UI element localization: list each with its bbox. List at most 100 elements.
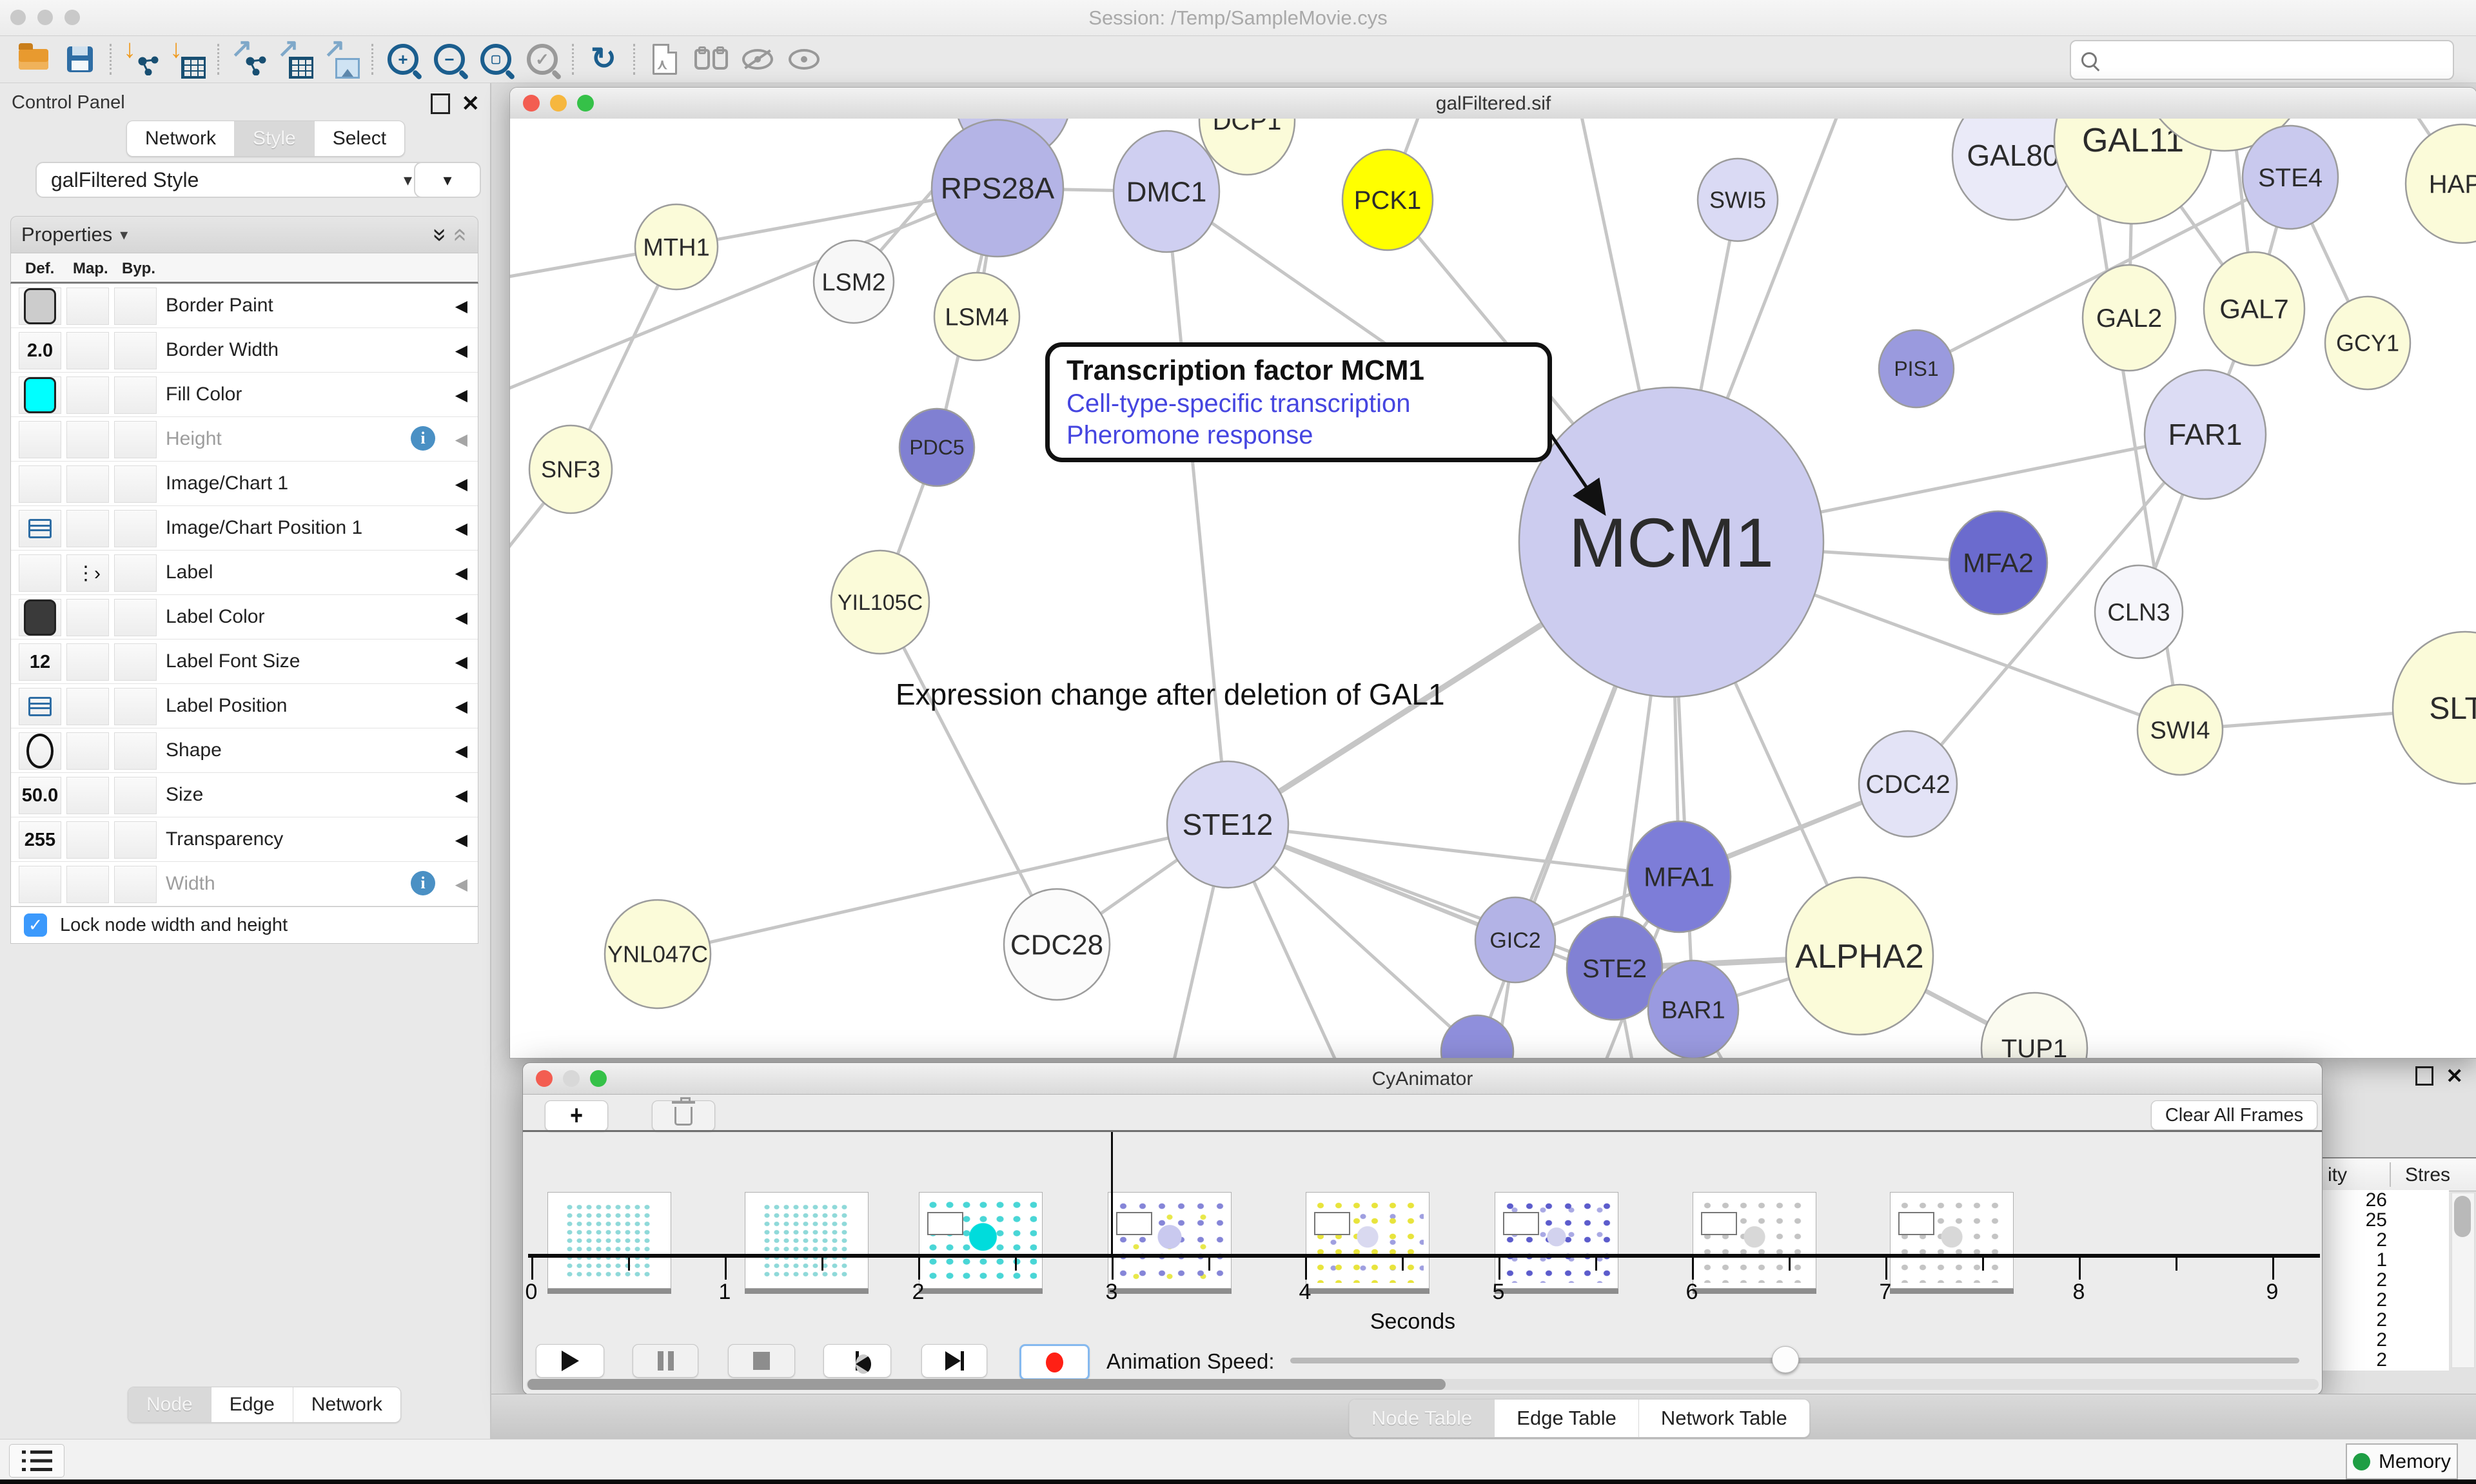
bypass-cell[interactable]: [114, 376, 157, 414]
default-cell[interactable]: [19, 465, 61, 503]
property-row-fill-color[interactable]: Fill Color◀: [11, 373, 478, 417]
bypass-cell[interactable]: [114, 421, 157, 458]
property-row-image-chart-position-1[interactable]: Image/Chart Position 1◀: [11, 506, 478, 551]
toolbar-export-network-button[interactable]: ↗: [226, 39, 272, 80]
table-cell[interactable]: 2: [2323, 1330, 2449, 1350]
default-cell[interactable]: 12: [19, 643, 61, 681]
properties-header[interactable]: Properties ▾ « «: [10, 216, 478, 253]
property-row-border-paint[interactable]: Border Paint◀: [11, 284, 478, 328]
column-stress[interactable]: Stres: [2405, 1164, 2450, 1186]
tab-network-table[interactable]: Network Table: [1639, 1400, 1809, 1437]
text-annotation[interactable]: Expression change after deletion of GAL1: [896, 677, 1445, 712]
animation-speed-thumb[interactable]: [1772, 1346, 1799, 1373]
mapping-cell[interactable]: [66, 643, 109, 681]
float-window-icon[interactable]: [431, 93, 450, 114]
table-scrollbar[interactable]: [2451, 1193, 2475, 1368]
property-row-height[interactable]: Heighti◀: [11, 417, 478, 462]
default-cell[interactable]: 50.0: [19, 777, 61, 814]
table-cell[interactable]: 2: [2323, 1350, 2449, 1370]
network-window-titlebar[interactable]: galFiltered.sif: [510, 88, 2476, 119]
table-cell[interactable]: 1: [2323, 1250, 2449, 1270]
annotation-box[interactable]: Transcription factor MCM1 Cell-type-spec…: [1045, 342, 1552, 462]
default-cell[interactable]: [19, 288, 61, 325]
lock-size-checkbox[interactable]: ✓: [24, 913, 47, 937]
scrollbar-thumb[interactable]: [527, 1379, 1446, 1390]
property-row-label-font-size[interactable]: 12Label Font Size◀: [11, 639, 478, 684]
mapping-cell[interactable]: [66, 510, 109, 547]
network-edge[interactable]: [510, 188, 997, 396]
mapping-cell[interactable]: ⋮›: [66, 554, 109, 592]
frame-thumbnail-7[interactable]: [1890, 1192, 2014, 1289]
record-button[interactable]: [1019, 1344, 1090, 1380]
style-options-button[interactable]: ▾: [414, 162, 481, 198]
close-panel-icon[interactable]: ✕: [462, 91, 480, 117]
collapse-arrow-icon[interactable]: ◀: [455, 830, 467, 850]
playhead[interactable]: [1111, 1132, 1113, 1255]
property-row-size[interactable]: 50.0Size◀: [11, 773, 478, 817]
delete-frame-button[interactable]: [652, 1100, 715, 1131]
toolbar-zoom-in-button[interactable]: +: [380, 39, 426, 80]
bypass-cell[interactable]: [114, 554, 157, 592]
default-cell[interactable]: [19, 599, 61, 636]
table-cell[interactable]: 26: [2323, 1190, 2449, 1210]
collapse-arrow-icon[interactable]: ◀: [455, 697, 467, 716]
frame-thumbnail-3[interactable]: [1108, 1192, 1232, 1289]
timeline-scrollbar[interactable]: [526, 1379, 2319, 1390]
frame-thumbnail-1[interactable]: [745, 1192, 869, 1289]
table-cell[interactable]: 2: [2323, 1290, 2449, 1310]
collapse-all-icon[interactable]: «: [447, 228, 475, 241]
frame-thumbnail-4[interactable]: [1306, 1192, 1430, 1289]
property-row-border-width[interactable]: 2.0Border Width◀: [11, 328, 478, 373]
annotation-link-1[interactable]: Cell-type-specific transcription: [1066, 389, 1531, 418]
tab-node[interactable]: Node: [128, 1387, 211, 1422]
toolbar-network-from-document-button[interactable]: [642, 39, 688, 80]
tab-network-style[interactable]: Network: [293, 1387, 400, 1422]
bypass-cell[interactable]: [114, 599, 157, 636]
next-frame-button[interactable]: [921, 1344, 987, 1378]
network-edge[interactable]: [1166, 191, 1228, 825]
collapse-arrow-icon[interactable]: ◀: [455, 652, 467, 672]
collapse-arrow-icon[interactable]: ◀: [455, 297, 467, 316]
bypass-cell[interactable]: [114, 732, 157, 770]
table-cell[interactable]: 2: [2323, 1230, 2449, 1250]
table-cell[interactable]: 25: [2323, 1210, 2449, 1230]
toolbar-zoom-selected-button[interactable]: ✓: [519, 39, 565, 80]
style-selector[interactable]: galFiltered Style ▾: [35, 162, 427, 198]
collapse-arrow-icon[interactable]: ◀: [455, 474, 467, 494]
tab-edge[interactable]: Edge: [211, 1387, 293, 1422]
toolbar-save-button[interactable]: [57, 39, 103, 80]
pause-button[interactable]: [633, 1344, 698, 1378]
annotation-link-2[interactable]: Pheromone response: [1066, 421, 1531, 450]
mapping-cell[interactable]: [66, 688, 109, 725]
property-row-label-color[interactable]: Label Color◀: [11, 595, 478, 639]
bypass-cell[interactable]: [114, 465, 157, 503]
default-cell[interactable]: 255: [19, 821, 61, 859]
default-cell[interactable]: 2.0: [19, 332, 61, 369]
toolbar-export-image-button[interactable]: ↗: [319, 39, 365, 80]
tab-edge-table[interactable]: Edge Table: [1495, 1400, 1639, 1437]
mapping-cell[interactable]: [66, 421, 109, 458]
property-row-label-position[interactable]: Label Position◀: [11, 684, 478, 728]
default-cell[interactable]: [19, 554, 61, 592]
collapse-arrow-icon[interactable]: ◀: [455, 563, 467, 583]
search-box[interactable]: [2070, 40, 2454, 80]
tab-node-table[interactable]: Node Table: [1350, 1400, 1495, 1437]
toolbar-zoom-fit-button[interactable]: ▢: [473, 39, 519, 80]
collapse-arrow-icon[interactable]: ◀: [455, 341, 467, 360]
collapse-arrow-icon[interactable]: ◀: [455, 519, 467, 538]
mapping-cell[interactable]: [66, 777, 109, 814]
default-cell[interactable]: [19, 376, 61, 414]
mapping-cell[interactable]: [66, 376, 109, 414]
mapping-cell[interactable]: [66, 599, 109, 636]
tab-style[interactable]: Style: [235, 121, 315, 156]
bypass-cell[interactable]: [114, 688, 157, 725]
toolbar-import-network-button[interactable]: ↓: [118, 39, 164, 80]
cyanimator-titlebar[interactable]: CyAnimator: [523, 1063, 2322, 1095]
table-cell[interactable]: 2: [2323, 1310, 2449, 1330]
network-edge[interactable]: [658, 825, 1228, 954]
column-ity[interactable]: ity: [2328, 1164, 2347, 1186]
toolbar-export-table-button[interactable]: ↗: [272, 39, 319, 80]
toolbar-zoom-out-button[interactable]: −: [426, 39, 473, 80]
memory-button[interactable]: Memory: [2346, 1443, 2458, 1479]
default-cell[interactable]: [19, 688, 61, 725]
